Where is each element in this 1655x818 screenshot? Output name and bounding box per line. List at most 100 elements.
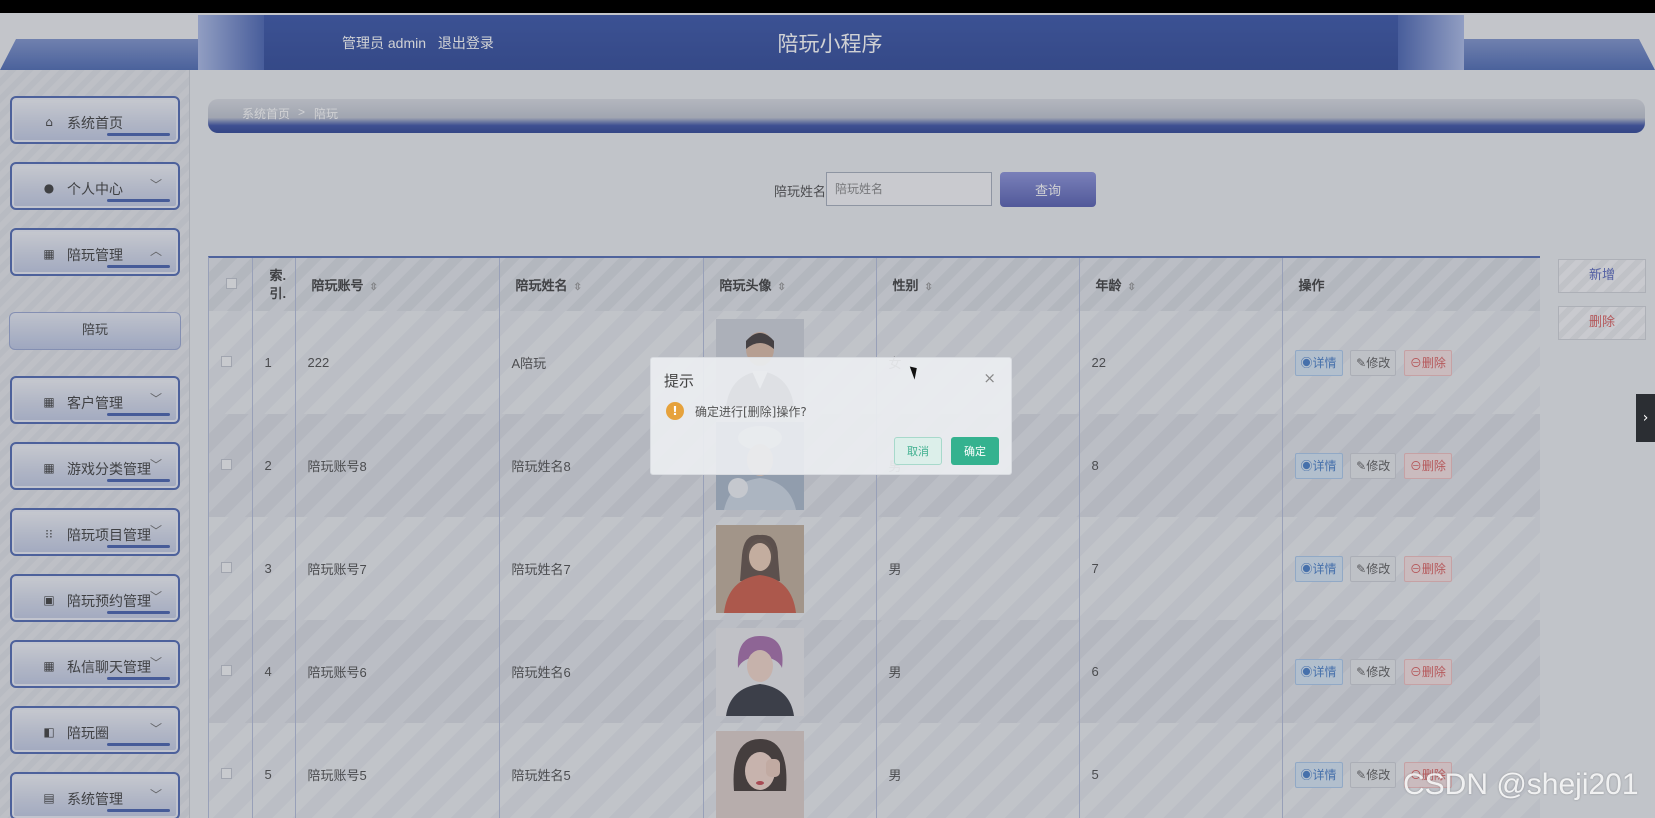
edit-button[interactable]: ✎修改 <box>1350 555 1397 582</box>
briefcase-icon: ▤ <box>43 791 55 805</box>
dialog-message: 确定进行[删除]操作? <box>695 405 807 419</box>
detail-button[interactable]: ◉详情 <box>1294 555 1343 582</box>
sidebar-subitem-companion[interactable]: 陪玩 <box>9 312 181 350</box>
cell-gender: 男 <box>876 723 1080 818</box>
search-label: 陪玩姓名 <box>774 185 827 200</box>
detail-button[interactable]: ◉详情 <box>1294 452 1343 479</box>
sidebar-item-companion-circle[interactable]: ◧ 陪玩圈 ﹀ <box>10 706 180 754</box>
header-label: 性别 <box>892 278 919 293</box>
breadcrumb: 系统首页 > 陪玩 <box>208 99 1645 133</box>
cell-actions: ◉详情 ✎修改 ⊖删除 <box>1282 311 1540 414</box>
delete-label: 删除 <box>1421 664 1446 679</box>
chevron-down-icon: ﹀ <box>149 458 162 472</box>
sidebar-item-companion-management[interactable]: ▦ 陪玩管理 ︿ <box>10 228 180 276</box>
select-all-checkbox[interactable] <box>226 278 237 289</box>
header-user-area: 管理员 admin 退出登录 <box>342 33 502 53</box>
sidebar-item-customer-management[interactable]: ▦ 客户管理 ﹀ <box>10 376 180 424</box>
cell-age: 7 <box>1079 517 1283 620</box>
cell-index: 3 <box>252 517 296 620</box>
logout-link[interactable]: 退出登录 <box>438 35 494 51</box>
sort-icon[interactable]: ⇳ <box>574 282 582 293</box>
eye-icon: ◉ <box>1300 767 1313 782</box>
cell-name: 陪玩姓名5 <box>499 723 704 818</box>
cancel-button[interactable]: 取消 <box>894 437 942 465</box>
pencil-icon: ✎ <box>1356 664 1367 679</box>
row-checkbox[interactable] <box>221 459 232 470</box>
row-checkbox[interactable] <box>221 665 232 676</box>
column-header-account[interactable]: 陪玩账号 ⇳ <box>295 258 500 311</box>
edit-label: 修改 <box>1366 767 1391 782</box>
avatar-photo <box>715 627 804 716</box>
delete-button[interactable]: ⊖删除 <box>1403 452 1452 479</box>
detail-button[interactable]: ◉详情 <box>1294 349 1343 376</box>
row-checkbox[interactable] <box>221 356 232 367</box>
sidebar-item-project-management[interactable]: ⁝⁝ 陪玩项目管理 ﹀ <box>10 508 180 556</box>
sidebar-item-label: 系统管理 <box>67 791 123 807</box>
sidebar-item-label: 客户管理 <box>67 395 123 411</box>
close-icon[interactable]: × <box>983 369 996 387</box>
cell-age: 8 <box>1079 414 1283 517</box>
home-icon: ⌂ <box>45 115 53 129</box>
sidebar-item-label: 个人中心 <box>67 181 123 197</box>
column-header-avatar[interactable]: 陪玩头像 ⇳ <box>703 258 877 311</box>
cell-account: 222 <box>295 311 500 414</box>
delete-button[interactable]: ⊖删除 <box>1403 658 1452 685</box>
edit-button[interactable]: ✎修改 <box>1350 349 1397 376</box>
cell-avatar <box>703 620 877 723</box>
table-header-row: 索. 引. 陪玩账号 ⇳ 陪玩姓名 ⇳ 陪玩头像 ⇳ 性别 ⇳ 年龄 ⇳ 操作 <box>209 258 1540 311</box>
sort-icon[interactable]: ⇳ <box>925 282 933 293</box>
cell-avatar <box>703 723 877 818</box>
sidebar-item-system-management[interactable]: ▤ 系统管理 ﹀ <box>10 772 180 818</box>
header-label: 陪玩账号 <box>311 278 364 293</box>
avatar-photo <box>715 730 804 818</box>
sort-icon[interactable]: ⇳ <box>778 282 786 293</box>
batch-delete-button[interactable]: 删除 <box>1558 306 1646 340</box>
cell-name: 陪玩姓名7 <box>499 517 704 620</box>
column-header-gender[interactable]: 性别 ⇳ <box>876 258 1080 311</box>
delete-button[interactable]: ⊖删除 <box>1403 555 1452 582</box>
sidebar-item-label: 陪玩预约管理 <box>67 593 151 609</box>
sidebar-item-chat-management[interactable]: ▦ 私信聊天管理 ﹀ <box>10 640 180 688</box>
edit-button[interactable]: ✎修改 <box>1350 452 1397 479</box>
chevron-down-icon: ﹀ <box>149 656 162 670</box>
chevron-right-icon[interactable]: › <box>1636 394 1655 442</box>
sort-icon[interactable]: ⇳ <box>370 282 378 293</box>
warning-icon: ! <box>666 402 684 420</box>
sidebar-item-home[interactable]: ⌂ 系统首页 <box>10 96 180 144</box>
eye-icon: ◉ <box>1300 561 1313 576</box>
app-window: 管理员 admin 退出登录 陪玩小程序 ⌂ 系统首页 ● 个人中心 ﹀ ▦ 陪… <box>0 13 1655 818</box>
detail-button[interactable]: ◉详情 <box>1294 761 1343 788</box>
table-row: 3 陪玩账号7 陪玩姓名7 男 7 ◉详情 ✎修改 ⊖删除 <box>209 517 1540 620</box>
delete-button[interactable]: ⊖删除 <box>1403 349 1452 376</box>
detail-label: 详情 <box>1312 561 1337 576</box>
index-header-line2: 引. <box>269 285 287 301</box>
cell-gender: 男 <box>876 620 1080 723</box>
search-input[interactable] <box>826 172 992 206</box>
sort-icon[interactable]: ⇳ <box>1128 282 1136 293</box>
edit-label: 修改 <box>1366 355 1391 370</box>
select-all-header <box>209 258 253 311</box>
column-header-name[interactable]: 陪玩姓名 ⇳ <box>499 258 704 311</box>
search-button[interactable]: 查询 <box>1000 172 1096 207</box>
breadcrumb-home[interactable]: 系统首页 <box>242 105 290 122</box>
edit-button[interactable]: ✎修改 <box>1350 658 1397 685</box>
column-header-age[interactable]: 年龄 ⇳ <box>1079 258 1283 311</box>
detail-button[interactable]: ◉详情 <box>1294 658 1343 685</box>
breadcrumb-separator: > <box>298 105 306 119</box>
header-label: 陪玩姓名 <box>515 278 568 293</box>
confirm-button[interactable]: 确定 <box>951 437 999 465</box>
sidebar: ⌂ 系统首页 ● 个人中心 ﹀ ▦ 陪玩管理 ︿ 陪玩 ▦ 客户管理 ﹀ ▦ 游… <box>0 70 190 818</box>
sidebar-item-personal-center[interactable]: ● 个人中心 ﹀ <box>10 162 180 210</box>
add-button[interactable]: 新增 <box>1558 259 1646 293</box>
row-checkbox[interactable] <box>221 562 232 573</box>
cell-index: 1 <box>252 311 296 414</box>
row-checkbox[interactable] <box>221 768 232 779</box>
index-header-line1: 索. <box>269 267 287 283</box>
admin-label: 管理员 admin <box>342 35 427 51</box>
sidebar-item-booking-management[interactable]: ▣ 陪玩预约管理 ﹀ <box>10 574 180 622</box>
cell-name: 陪玩姓名6 <box>499 620 704 723</box>
sidebar-item-game-category-management[interactable]: ▦ 游戏分类管理 ﹀ <box>10 442 180 490</box>
edit-button[interactable]: ✎修改 <box>1350 761 1397 788</box>
cell-index: 2 <box>252 414 296 517</box>
edit-label: 修改 <box>1366 664 1391 679</box>
